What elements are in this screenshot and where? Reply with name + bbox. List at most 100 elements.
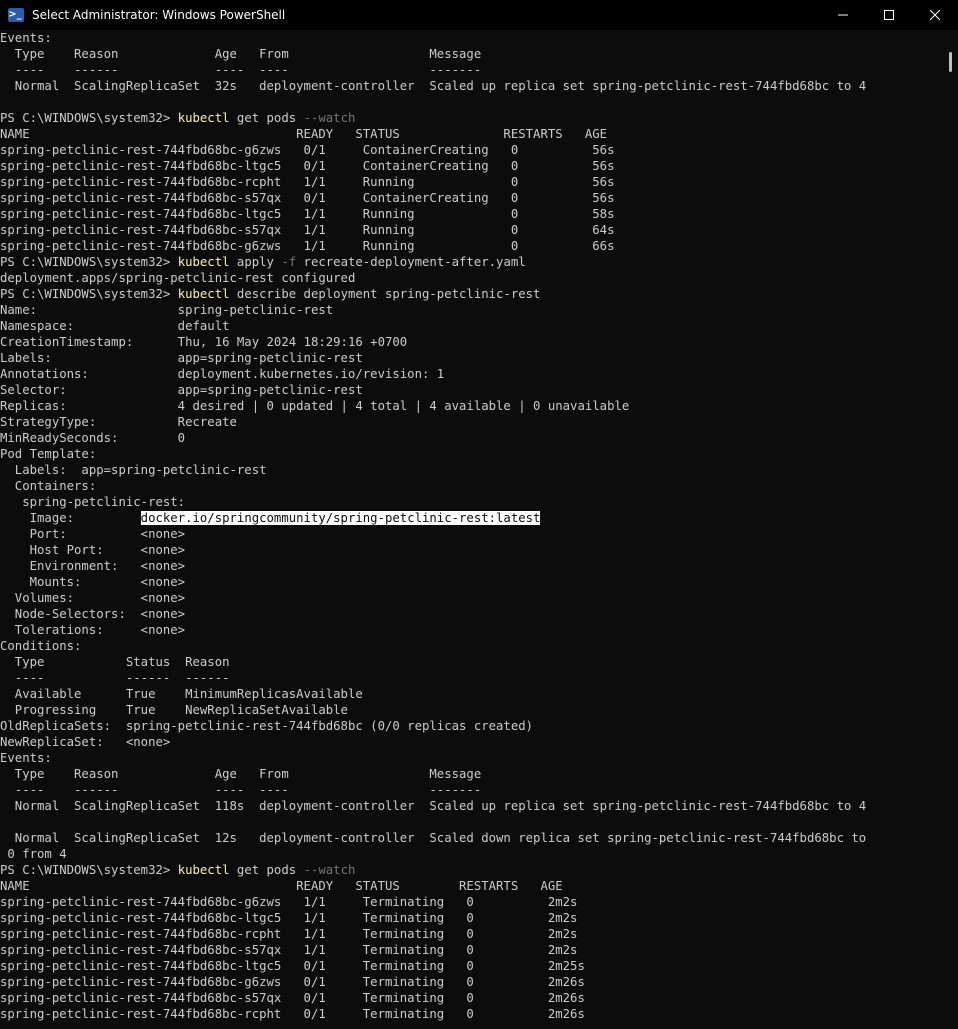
- line-text: CreationTimestamp: Thu, 16 May 2024 18:2…: [0, 335, 408, 349]
- line-text: Type Reason Age From Message: [0, 47, 482, 61]
- output-line: spring-petclinic-rest-744fbd68bc-g6zws 1…: [0, 238, 944, 254]
- window-title: Select Administrator: Windows PowerShell: [32, 8, 286, 22]
- line-text: recreate-deployment-after.yaml: [296, 255, 526, 269]
- line-text: Labels: app=spring-petclinic-rest: [0, 463, 267, 477]
- output-line: CreationTimestamp: Thu, 16 May 2024 18:2…: [0, 334, 944, 350]
- title-bar[interactable]: >_ Select Administrator: Windows PowerSh…: [0, 0, 958, 30]
- maximize-button[interactable]: [866, 0, 912, 30]
- output-line: Normal ScalingReplicaSet 32s deployment-…: [0, 78, 944, 94]
- selected-text: docker.io/springcommunity/spring-petclin…: [140, 511, 541, 525]
- output-line: NAME READY STATUS RESTARTS AGE: [0, 126, 944, 142]
- line-text: Events:: [0, 31, 52, 45]
- output-line: Host Port: <none>: [0, 542, 944, 558]
- output-line: deployment.apps/spring-petclinic-rest co…: [0, 270, 944, 286]
- output-line: Environment: <none>: [0, 558, 944, 574]
- command-flag: --watch: [303, 863, 356, 877]
- output-line: OldReplicaSets: spring-petclinic-rest-74…: [0, 718, 944, 734]
- line-text: spring-petclinic-rest-744fbd68bc-ltgc5 0…: [0, 159, 615, 173]
- line-text: Pod Template:: [0, 447, 97, 461]
- output-line: Normal ScalingReplicaSet 12s deployment-…: [0, 830, 944, 846]
- command-flag: --watch: [303, 111, 356, 125]
- line-text: Normal ScalingReplicaSet 118s deployment…: [0, 799, 867, 813]
- output-line: spring-petclinic-rest-744fbd68bc-ltgc5 0…: [0, 158, 944, 174]
- line-text: NewReplicaSet: <none>: [0, 735, 171, 749]
- output-line: Image: docker.io/springcommunity/spring-…: [0, 510, 944, 526]
- line-text: Containers:: [0, 479, 97, 493]
- line-text: Port: <none>: [0, 527, 186, 541]
- output-line: Progressing True NewReplicaSetAvailable: [0, 702, 944, 718]
- line-text: spring-petclinic-rest-744fbd68bc-rcpht 1…: [0, 927, 578, 941]
- output-line: spring-petclinic-rest-744fbd68bc-g6zws 1…: [0, 894, 944, 910]
- powershell-icon: >_: [8, 8, 24, 22]
- line-text: spring-petclinic-rest-744fbd68bc-g6zws 0…: [0, 143, 615, 157]
- close-icon: [930, 10, 940, 20]
- line-text: spring-petclinic-rest-744fbd68bc-ltgc5 0…: [0, 959, 585, 973]
- line-text: spring-petclinic-rest-744fbd68bc-g6zws 1…: [0, 895, 578, 909]
- line-text: Environment: <none>: [0, 559, 186, 573]
- output-line: Port: <none>: [0, 526, 944, 542]
- line-text: Volumes: <none>: [0, 591, 186, 605]
- terminal-output[interactable]: Events: Type Reason Age From Message ---…: [0, 30, 944, 1029]
- command-flag: -f: [281, 255, 297, 269]
- output-line: NAME READY STATUS RESTARTS AGE: [0, 878, 944, 894]
- output-line: Events:: [0, 30, 944, 46]
- output-line: Conditions:: [0, 638, 944, 654]
- vertical-scrollbar[interactable]: [944, 30, 958, 1029]
- output-line: 0 from 4: [0, 846, 944, 862]
- line-text: Image:: [0, 511, 141, 525]
- output-line: NewReplicaSet: <none>: [0, 734, 944, 750]
- output-line: Labels: app=spring-petclinic-rest: [0, 462, 944, 478]
- line-text: ---- ------ ---- ---- -------: [0, 63, 482, 77]
- line-text: spring-petclinic-rest-744fbd68bc-ltgc5 1…: [0, 911, 578, 925]
- line-text: spring-petclinic-rest-744fbd68bc-rcpht 1…: [0, 175, 615, 189]
- line-text: ---- ------ ---- ---- -------: [0, 783, 482, 797]
- output-line: spring-petclinic-rest:: [0, 494, 944, 510]
- line-text: Annotations: deployment.kubernetes.io/re…: [0, 367, 445, 381]
- line-text: get pods: [229, 111, 304, 125]
- minimize-icon: [838, 14, 848, 16]
- line-text: Mounts: <none>: [0, 575, 186, 589]
- output-line: spring-petclinic-rest-744fbd68bc-s57qx 1…: [0, 942, 944, 958]
- line-text: spring-petclinic-rest-744fbd68bc-s57qx 0…: [0, 991, 585, 1005]
- output-line: spring-petclinic-rest-744fbd68bc-s57qx 0…: [0, 990, 944, 1006]
- output-line: Name: spring-petclinic-rest: [0, 302, 944, 318]
- output-line: spring-petclinic-rest-744fbd68bc-g6zws 0…: [0, 142, 944, 158]
- line-text: Tolerations: <none>: [0, 623, 186, 637]
- output-line: Type Reason Age From Message: [0, 766, 944, 782]
- command-name: kubectl: [177, 287, 230, 301]
- minimize-button[interactable]: [820, 0, 866, 30]
- output-line: spring-petclinic-rest-744fbd68bc-g6zws 0…: [0, 974, 944, 990]
- line-text: NAME READY STATUS RESTARTS AGE: [0, 127, 608, 141]
- line-text: spring-petclinic-rest-744fbd68bc-s57qx 1…: [0, 943, 578, 957]
- output-line: Events:: [0, 750, 944, 766]
- line-text: PS C:\WINDOWS\system32>: [0, 863, 178, 877]
- line-text: Normal ScalingReplicaSet 12s deployment-…: [0, 831, 867, 845]
- output-line: Selector: app=spring-petclinic-rest: [0, 382, 944, 398]
- output-line: ---- ------ ---- ---- -------: [0, 782, 944, 798]
- line-text: NAME READY STATUS RESTARTS AGE: [0, 879, 563, 893]
- line-text: Events:: [0, 751, 52, 765]
- command-name: kubectl: [177, 255, 230, 269]
- command-line: PS C:\WINDOWS\system32> kubectl get pods…: [0, 110, 944, 126]
- command-line: PS C:\WINDOWS\system32> kubectl describe…: [0, 286, 944, 302]
- output-line: Mounts: <none>: [0, 574, 944, 590]
- line-text: Host Port: <none>: [0, 543, 186, 557]
- line-text: Labels: app=spring-petclinic-rest: [0, 351, 363, 365]
- line-text: OldReplicaSets: spring-petclinic-rest-74…: [0, 719, 534, 733]
- line-text: Normal ScalingReplicaSet 32s deployment-…: [0, 79, 867, 93]
- output-line: spring-petclinic-rest-744fbd68bc-s57qx 1…: [0, 222, 944, 238]
- line-text: spring-petclinic-rest-744fbd68bc-ltgc5 1…: [0, 207, 615, 221]
- command-name: kubectl: [177, 863, 230, 877]
- line-text: 0 from 4: [0, 847, 67, 861]
- output-line: Labels: app=spring-petclinic-rest: [0, 350, 944, 366]
- line-text: Progressing True NewReplicaSetAvailable: [0, 703, 348, 717]
- line-text: MinReadySeconds: 0: [0, 431, 186, 445]
- close-button[interactable]: [912, 0, 958, 30]
- line-text: PS C:\WINDOWS\system32>: [0, 287, 178, 301]
- scrollbar-thumb[interactable]: [949, 52, 952, 72]
- output-line: Containers:: [0, 478, 944, 494]
- output-line: Replicas: 4 desired | 0 updated | 4 tota…: [0, 398, 944, 414]
- output-line: Available True MinimumReplicasAvailable: [0, 686, 944, 702]
- line-text: spring-petclinic-rest-744fbd68bc-g6zws 1…: [0, 239, 615, 253]
